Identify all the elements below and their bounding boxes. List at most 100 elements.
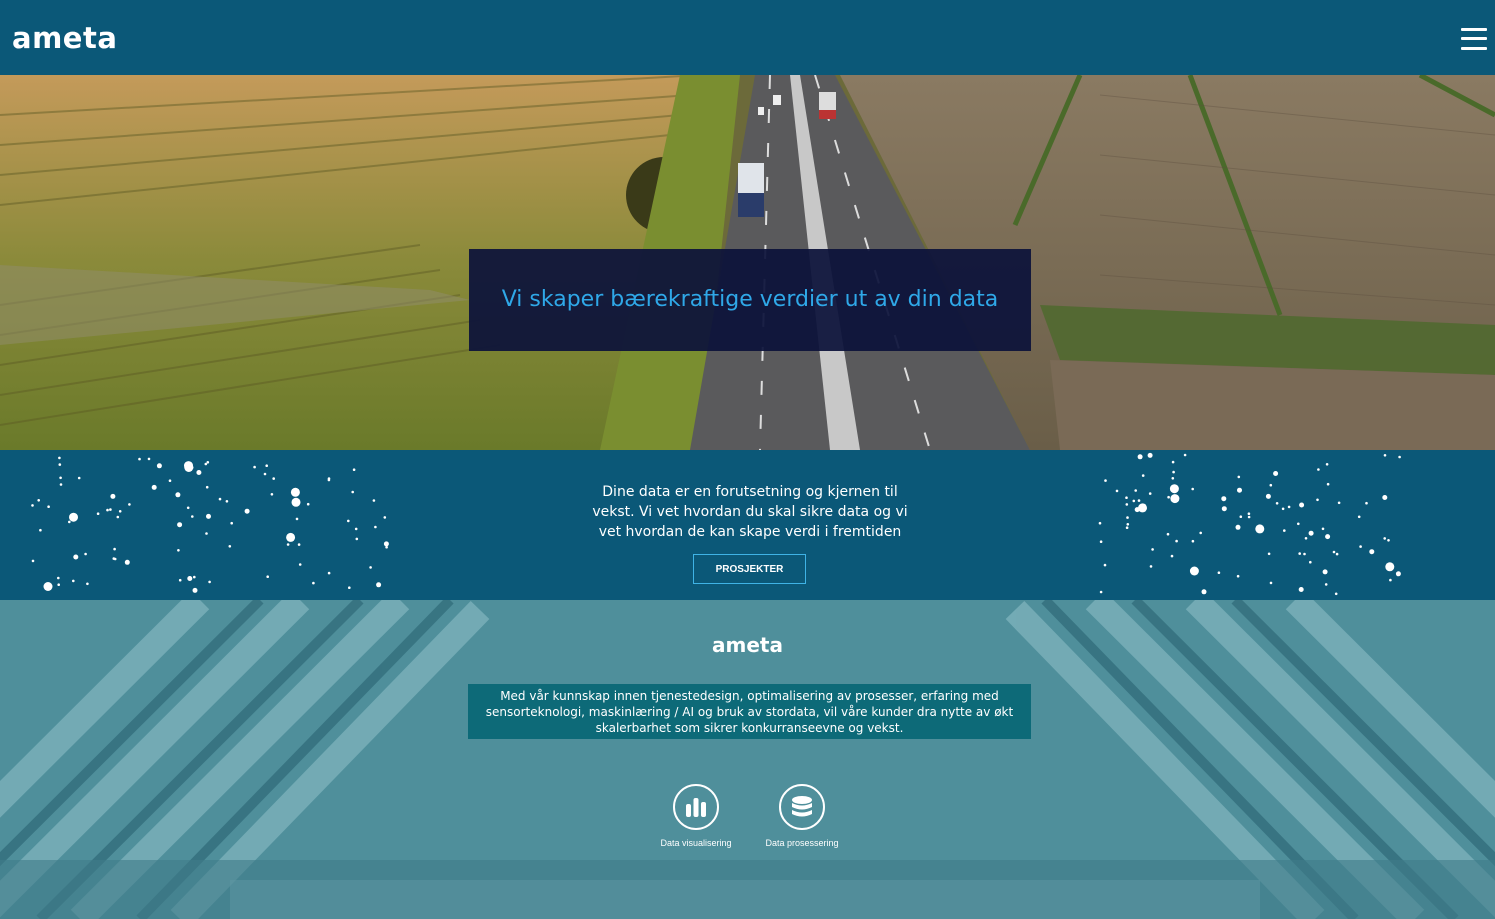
particle-dot bbox=[43, 582, 53, 591]
particle-dot bbox=[147, 457, 151, 461]
particle-dot bbox=[272, 477, 276, 480]
particle-dot bbox=[306, 502, 310, 506]
particle-dot bbox=[228, 545, 232, 548]
particle-dot bbox=[1299, 502, 1305, 508]
particle-dot bbox=[1147, 452, 1153, 458]
particle-dot bbox=[1298, 587, 1304, 592]
particle-dot bbox=[69, 512, 78, 522]
particle-dot bbox=[351, 490, 355, 494]
about-section: ameta Med vår kunnskap innen tjenestedes… bbox=[0, 600, 1495, 919]
particle-dot bbox=[1143, 504, 1146, 507]
particle-dot bbox=[192, 587, 198, 593]
particle-dot bbox=[109, 508, 112, 511]
particle-dot bbox=[77, 476, 81, 480]
particle-dot bbox=[1387, 539, 1390, 542]
particle-dot bbox=[291, 497, 301, 507]
particle-dot bbox=[1332, 550, 1336, 554]
projects-button[interactable]: PROSJEKTER bbox=[693, 554, 806, 584]
particle-dot bbox=[37, 499, 40, 502]
particle-dot bbox=[1236, 574, 1240, 578]
particle-dot bbox=[73, 554, 79, 560]
hamburger-menu-icon[interactable] bbox=[1461, 27, 1487, 50]
particle-dot bbox=[84, 552, 87, 556]
particle-dot bbox=[1383, 454, 1387, 457]
particle-dot bbox=[1221, 496, 1227, 502]
about-text: Med vår kunnskap innen tjenestedesign, o… bbox=[485, 688, 1014, 735]
particle-dot bbox=[1199, 531, 1202, 535]
particle-dot bbox=[1171, 460, 1175, 464]
particle-dot bbox=[270, 493, 274, 496]
site-logo[interactable]: ameta bbox=[12, 21, 117, 55]
particle-dot bbox=[1365, 501, 1368, 505]
particle-dot bbox=[205, 532, 208, 535]
particle-dot bbox=[1132, 499, 1136, 503]
particle-dot bbox=[230, 521, 233, 525]
particle-dot bbox=[1255, 524, 1265, 534]
particle-dot bbox=[374, 525, 377, 529]
particle-dot bbox=[184, 461, 193, 471]
particle-dot bbox=[1137, 454, 1143, 460]
particle-dot bbox=[266, 575, 270, 578]
particle-dot bbox=[1189, 566, 1199, 576]
particle-dot bbox=[124, 559, 130, 565]
particle-dot bbox=[312, 581, 315, 585]
particle-dot bbox=[110, 493, 116, 499]
particle-dot bbox=[348, 586, 351, 589]
feature-label: Data visualisering bbox=[660, 838, 732, 848]
particle-dot bbox=[1217, 571, 1221, 574]
particle-dot bbox=[47, 505, 50, 508]
particle-dot bbox=[57, 576, 60, 580]
particle-dot bbox=[86, 582, 89, 586]
particle-dot bbox=[1383, 537, 1386, 540]
particle-dot bbox=[116, 515, 120, 519]
particle-dot bbox=[1171, 477, 1175, 480]
particle-dot bbox=[1267, 552, 1271, 556]
particle-dot bbox=[286, 543, 290, 546]
particle-dot bbox=[208, 580, 211, 584]
particle-dot bbox=[58, 456, 61, 460]
particle-dot bbox=[31, 504, 34, 507]
particle-dot bbox=[1103, 563, 1107, 567]
particle-dot bbox=[1125, 503, 1129, 506]
particle-dot bbox=[1169, 484, 1179, 494]
particle-dot bbox=[191, 515, 194, 518]
particle-dot bbox=[1247, 512, 1251, 515]
particle-dot bbox=[1334, 592, 1338, 596]
particle-dot bbox=[1303, 552, 1306, 556]
particle-dot bbox=[1359, 545, 1362, 548]
feature-data-visualisering[interactable]: Data visualisering bbox=[646, 784, 746, 848]
particle-dot bbox=[1283, 529, 1286, 532]
particle-dot bbox=[1265, 493, 1271, 499]
particle-dot bbox=[1104, 479, 1107, 482]
particle-dot bbox=[1235, 524, 1241, 530]
particle-dot bbox=[372, 499, 376, 502]
particle-dot bbox=[168, 479, 172, 482]
particle-dot bbox=[1369, 549, 1375, 555]
intro-text: Dine data er en forutsetning og kjernen … bbox=[592, 484, 908, 540]
particle-dot bbox=[1275, 502, 1279, 505]
particle-dot bbox=[295, 517, 299, 521]
particle-dot bbox=[206, 513, 211, 519]
particle-dot bbox=[244, 508, 250, 514]
feature-data-prosessering[interactable]: Data prosessering bbox=[752, 784, 852, 848]
particle-dot bbox=[1151, 548, 1154, 551]
particle-dot bbox=[113, 547, 116, 551]
particle-dot bbox=[1304, 537, 1308, 540]
particle-dot bbox=[1309, 560, 1312, 564]
particle-dot bbox=[1298, 552, 1301, 555]
about-text-box: Med vår kunnskap innen tjenestedesign, o… bbox=[468, 684, 1031, 739]
particle-dot bbox=[1167, 495, 1170, 499]
bar-chart-icon bbox=[673, 784, 719, 830]
particle-dot bbox=[156, 463, 162, 469]
particle-dot bbox=[1317, 468, 1320, 471]
particle-dot bbox=[1191, 487, 1194, 491]
particle-dot bbox=[286, 532, 296, 542]
particle-dot bbox=[1316, 498, 1319, 502]
particle-dot bbox=[376, 582, 382, 588]
particle-dot bbox=[1237, 487, 1242, 493]
particle-dot bbox=[1337, 501, 1341, 505]
particle-dot bbox=[128, 503, 131, 506]
particle-dot bbox=[1170, 494, 1180, 504]
particle-dot bbox=[1137, 499, 1141, 502]
particle-dot bbox=[1166, 532, 1170, 536]
